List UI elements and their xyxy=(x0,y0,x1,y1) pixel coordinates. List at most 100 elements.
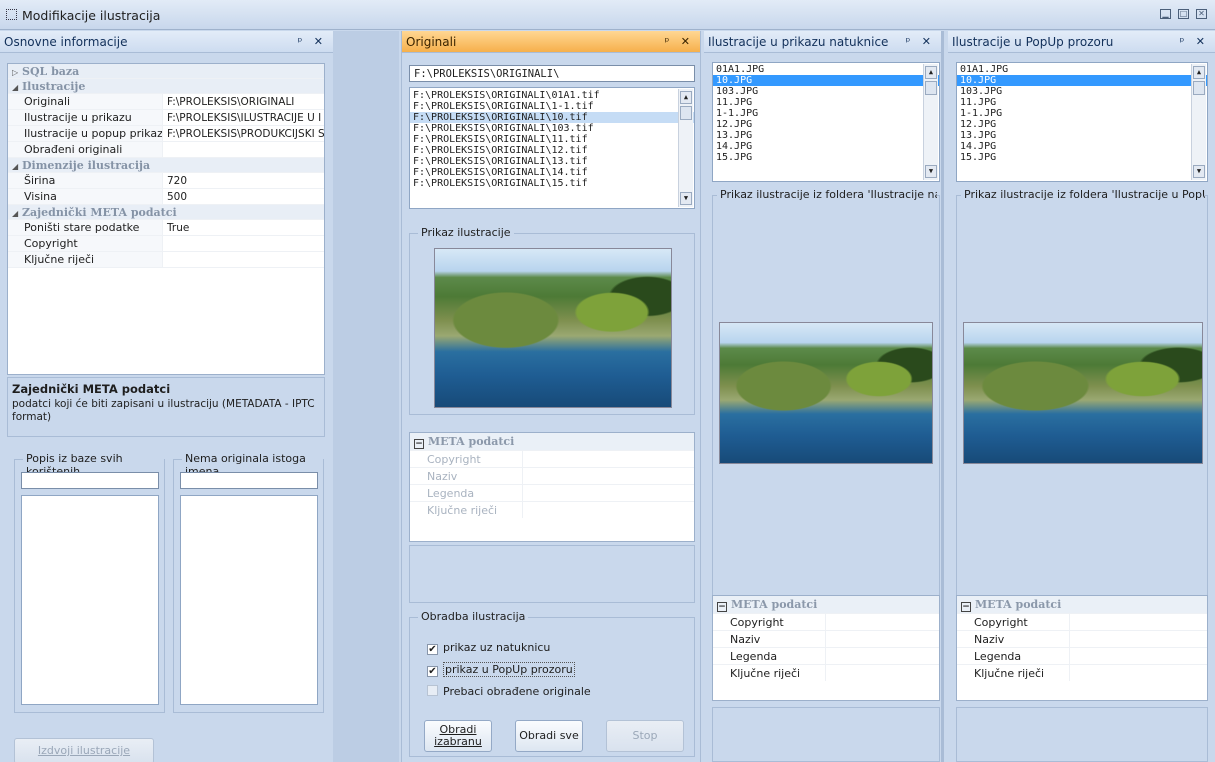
property-value[interactable] xyxy=(163,142,324,157)
collapse-icon[interactable]: − xyxy=(414,439,424,449)
list-item[interactable]: 14.JPG xyxy=(713,141,939,152)
meta-row[interactable]: Legenda xyxy=(957,647,1207,664)
process-all-button[interactable]: Obradi sve xyxy=(515,720,583,752)
list-item[interactable]: 10.JPG xyxy=(713,75,939,86)
close-icon[interactable]: ✕ xyxy=(1196,9,1207,19)
maximize-icon[interactable]: □ xyxy=(1178,9,1189,19)
property-value[interactable]: F:\PROLEKSIS\PRODUKCIJSKI S xyxy=(163,126,324,141)
expanded-triangle-icon[interactable]: ◢ xyxy=(12,159,22,174)
meta-row[interactable]: Naziv xyxy=(410,467,694,484)
list-item[interactable]: 01A1.JPG xyxy=(957,64,1207,75)
list-item[interactable]: 11.JPG xyxy=(957,97,1207,108)
property-value[interactable]: F:\PROLEKSIS\ORIGINALI xyxy=(163,94,324,109)
category-dimenzije[interactable]: ◢ Dimenzije ilustracija xyxy=(8,158,324,173)
used-filter-input[interactable] xyxy=(21,472,159,489)
meta-row[interactable]: Legenda xyxy=(713,647,939,664)
used-list[interactable] xyxy=(21,495,159,705)
popup-file-list[interactable]: 01A1.JPG 10.JPG 103.JPG 11.JPG 1-1.JPG 12.JPG… xyxy=(956,62,1208,182)
property-grid[interactable]: ▷ SQL baza ◢ Ilustracije Originali F:\PROLE… xyxy=(7,63,325,375)
meta-row[interactable]: Ključne riječi xyxy=(410,501,694,518)
list-item[interactable]: 12.JPG xyxy=(957,119,1207,130)
scrollbar[interactable]: ▲ ▼ xyxy=(1191,64,1206,180)
property-row[interactable]: Copyright xyxy=(8,236,324,252)
list-item[interactable]: F:\PROLEKSIS\ORIGINALI\13.tif xyxy=(410,156,694,167)
scroll-thumb[interactable] xyxy=(680,106,692,120)
scroll-down-icon[interactable]: ▼ xyxy=(925,165,937,178)
list-item[interactable]: 1-1.JPG xyxy=(957,108,1207,119)
collapse-icon[interactable]: − xyxy=(961,602,971,612)
list-item[interactable]: 15.JPG xyxy=(957,152,1207,163)
list-item[interactable]: F:\PROLEKSIS\ORIGINALI\12.tif xyxy=(410,145,694,156)
expanded-triangle-icon[interactable]: ◢ xyxy=(12,206,22,221)
list-item[interactable]: F:\PROLEKSIS\ORIGINALI\103.tif xyxy=(410,123,694,134)
list-item[interactable]: F:\PROLEKSIS\ORIGINALI\14.tif xyxy=(410,167,694,178)
meta-row[interactable]: Copyright xyxy=(957,613,1207,630)
list-item[interactable]: 103.JPG xyxy=(713,86,939,97)
scrollbar[interactable]: ▲ ▼ xyxy=(923,64,938,180)
checkmark-icon[interactable]: ✔ xyxy=(427,666,438,677)
originals-file-list[interactable]: F:\PROLEKSIS\ORIGINALI\01A1.tif F:\PROLEK… xyxy=(409,87,695,209)
scroll-up-icon[interactable]: ▲ xyxy=(925,66,937,79)
property-value[interactable]: 720 xyxy=(163,173,324,188)
checkbox-natuknica[interactable]: ✔ prikaz uz natuknicu xyxy=(427,641,550,655)
extract-button[interactable]: Izdvoji ilustracije xyxy=(14,738,154,762)
property-value[interactable]: F:\PROLEKSIS\ILUSTRACIJE U I xyxy=(163,110,324,125)
scrollbar[interactable]: ▲ ▼ xyxy=(678,89,693,207)
property-row[interactable]: Poništi stare podatke True xyxy=(8,220,324,236)
list-item[interactable]: F:\PROLEKSIS\ORIGINALI\1-1.tif xyxy=(410,101,694,112)
meta-row[interactable]: Ključne riječi xyxy=(713,664,939,681)
list-item[interactable]: 13.JPG xyxy=(713,130,939,141)
originals-path-input[interactable]: F:\PROLEKSIS\ORIGINALI\ xyxy=(409,65,695,82)
missing-list[interactable] xyxy=(180,495,318,705)
property-row[interactable]: Originali F:\PROLEKSIS\ORIGINALI xyxy=(8,94,324,110)
category-ilustracije[interactable]: ◢ Ilustracije xyxy=(8,79,324,94)
meta-header[interactable]: − META podatci xyxy=(713,596,939,613)
pin-close-icon[interactable]: ᵖ ✕ xyxy=(665,31,694,53)
checkbox-popup[interactable]: ✔ prikaz u PopUp prozoru xyxy=(427,662,575,677)
meta-row[interactable]: Naziv xyxy=(713,630,939,647)
missing-filter-input[interactable] xyxy=(180,472,318,489)
collapse-icon[interactable]: − xyxy=(717,602,727,612)
property-row[interactable]: Obrađeni originali xyxy=(8,142,324,158)
scroll-down-icon[interactable]: ▼ xyxy=(1193,165,1205,178)
popup-meta-grid[interactable]: − META podatci Copyright Naziv Legenda Ključ… xyxy=(956,595,1208,701)
expanded-triangle-icon[interactable]: ◢ xyxy=(12,80,22,95)
splitter[interactable] xyxy=(333,31,399,762)
process-selected-button[interactable]: Obradi izabranu xyxy=(424,720,492,752)
scroll-down-icon[interactable]: ▼ xyxy=(680,192,692,205)
property-value[interactable] xyxy=(163,252,324,267)
scroll-thumb[interactable] xyxy=(925,81,937,95)
meta-row[interactable]: Legenda xyxy=(410,484,694,501)
list-item[interactable]: 1-1.JPG xyxy=(713,108,939,119)
collapsed-triangle-icon[interactable]: ▷ xyxy=(12,65,22,80)
meta-row[interactable]: Naziv xyxy=(957,630,1207,647)
list-item[interactable]: 103.JPG xyxy=(957,86,1207,97)
property-row[interactable]: Ilustracije u prikazu F:\PROLEKSIS\ILUSTR… xyxy=(8,110,324,126)
category-sql[interactable]: ▷ SQL baza xyxy=(8,64,324,79)
list-item[interactable]: F:\PROLEKSIS\ORIGINALI\11.tif xyxy=(410,134,694,145)
checkmark-icon[interactable]: ✔ xyxy=(427,644,438,655)
pin-close-icon[interactable]: ᵖ ✕ xyxy=(906,31,935,53)
scroll-thumb[interactable] xyxy=(1193,81,1205,95)
list-item[interactable]: F:\PROLEKSIS\ORIGINALI\01A1.tif xyxy=(410,90,694,101)
meta-row[interactable]: Copyright xyxy=(713,613,939,630)
list-item[interactable]: 12.JPG xyxy=(713,119,939,130)
web-meta-grid[interactable]: − META podatci Copyright Naziv Legenda Ključ… xyxy=(712,595,940,701)
list-item[interactable]: 15.JPG xyxy=(713,152,939,163)
stop-button[interactable]: Stop xyxy=(606,720,684,752)
property-value[interactable]: 500 xyxy=(163,189,324,204)
property-row[interactable]: Ilustracije u popup prikazu F:\PROLEKSIS\… xyxy=(8,126,324,142)
category-meta[interactable]: ◢ Zajednički META podatci xyxy=(8,205,324,220)
checkbox-move-originals[interactable]: Prebaci obrađene originale xyxy=(427,685,591,698)
meta-row[interactable]: Ključne riječi xyxy=(957,664,1207,681)
list-item[interactable]: F:\PROLEKSIS\ORIGINALI\15.tif xyxy=(410,178,694,189)
meta-header[interactable]: − META podatci xyxy=(410,433,694,450)
list-item[interactable]: 10.JPG xyxy=(957,75,1207,86)
list-item[interactable]: 13.JPG xyxy=(957,130,1207,141)
list-item[interactable]: F:\PROLEKSIS\ORIGINALI\10.tif xyxy=(410,112,694,123)
property-row[interactable]: Visina 500 xyxy=(8,189,324,205)
property-value[interactable]: True xyxy=(163,220,324,235)
list-item[interactable]: 14.JPG xyxy=(957,141,1207,152)
originals-meta-grid[interactable]: − META podatci Copyright Naziv Legenda Ključ… xyxy=(409,432,695,542)
property-value[interactable] xyxy=(163,236,324,251)
